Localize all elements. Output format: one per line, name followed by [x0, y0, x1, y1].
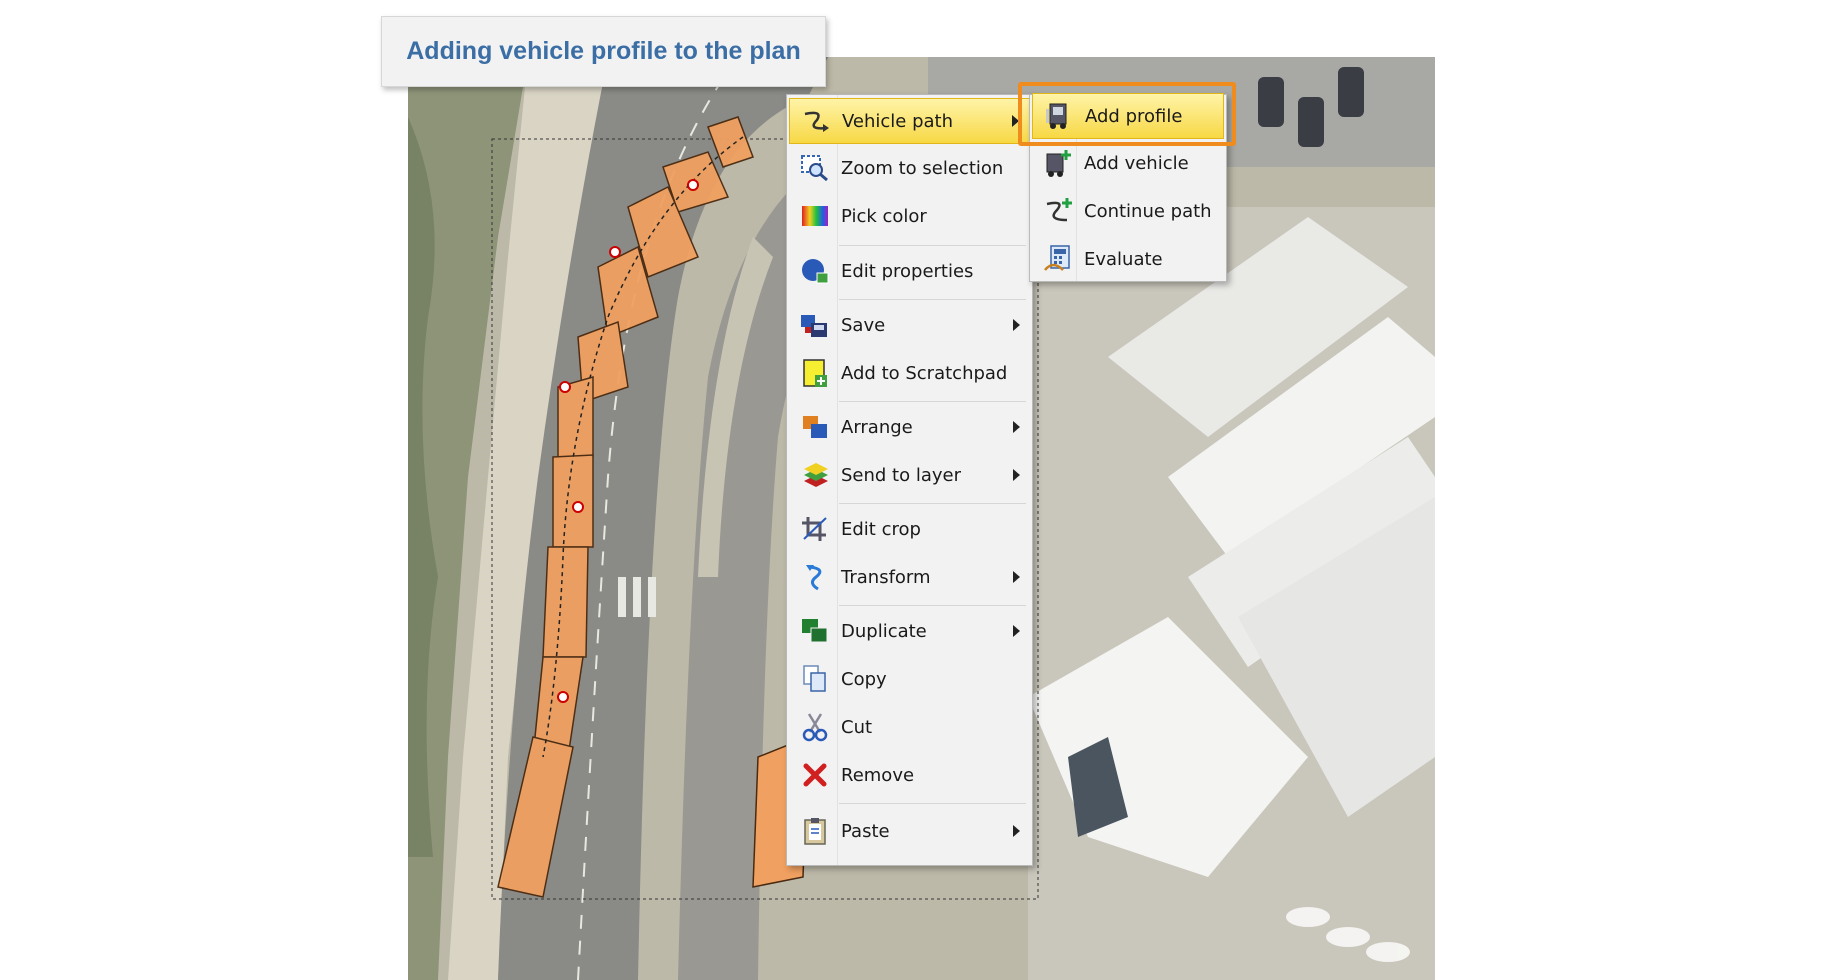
submenu-item-label: Continue path [1084, 200, 1212, 222]
menu-item-edit-properties[interactable]: Edit properties [789, 249, 1030, 293]
menu-item-label: Save [841, 314, 886, 336]
highlight-frame [1018, 82, 1236, 146]
scratchpad-icon [797, 357, 833, 389]
submenu-item-label: Evaluate [1084, 248, 1163, 270]
menu-item-label: Transform [841, 566, 931, 588]
menu-item-label: Edit properties [841, 260, 974, 282]
menu-item-label: Zoom to selection [841, 157, 1004, 179]
submenu-arrow-icon [1013, 319, 1020, 331]
menu-item-paste[interactable]: Paste [789, 809, 1030, 853]
properties-icon [797, 255, 833, 287]
menu-item-label: Paste [841, 820, 890, 842]
scissors-icon [797, 711, 833, 743]
duplicate-icon [797, 615, 833, 647]
menu-item-copy[interactable]: Copy [789, 657, 1030, 701]
submenu-arrow-icon [1013, 571, 1020, 583]
transform-icon [797, 561, 833, 593]
arrange-icon [797, 411, 833, 443]
menu-separator [839, 605, 1026, 606]
layers-icon [797, 459, 833, 491]
menu-separator [839, 299, 1026, 300]
menu-item-duplicate[interactable]: Duplicate [789, 609, 1030, 653]
submenu-item-add-vehicle[interactable]: Add vehicle [1032, 141, 1224, 185]
add-vehicle-icon [1040, 147, 1076, 179]
color-picker-icon [797, 200, 833, 232]
menu-item-transform[interactable]: Transform [789, 555, 1030, 599]
submenu-arrow-icon [1013, 625, 1020, 637]
menu-separator [839, 503, 1026, 504]
menu-item-edit-crop[interactable]: Edit crop [789, 507, 1030, 551]
menu-separator [839, 401, 1026, 402]
menu-item-label: Send to layer [841, 464, 962, 486]
menu-item-label: Cut [841, 716, 873, 738]
vehicle-path-icon [798, 105, 834, 137]
crop-icon [797, 513, 833, 545]
menu-separator [839, 245, 1026, 246]
menu-item-label: Add to Scratchpad [841, 362, 1008, 384]
zoom-selection-icon [797, 152, 833, 184]
continue-path-icon [1040, 195, 1076, 227]
menu-item-vehicle-path[interactable]: Vehicle path [789, 98, 1030, 144]
save-icon [797, 309, 833, 341]
menu-item-label: Pick color [841, 205, 927, 227]
menu-item-label: Duplicate [841, 620, 927, 642]
submenu-item-label: Add vehicle [1084, 152, 1189, 174]
menu-item-label: Arrange [841, 416, 913, 438]
menu-item-save[interactable]: Save [789, 303, 1030, 347]
context-menu: Vehicle path Zoom to selection Pick colo… [786, 94, 1033, 866]
menu-item-label: Vehicle path [842, 110, 954, 132]
menu-item-remove[interactable]: Remove [789, 753, 1030, 797]
caption-title: Adding vehicle profile to the plan [406, 37, 801, 65]
menu-item-label: Copy [841, 668, 887, 690]
menu-item-label: Edit crop [841, 518, 921, 540]
menu-item-send-to-layer[interactable]: Send to layer [789, 453, 1030, 497]
menu-item-pick-color[interactable]: Pick color [789, 194, 1030, 238]
menu-separator [839, 803, 1026, 804]
menu-item-arrange[interactable]: Arrange [789, 405, 1030, 449]
submenu-item-continue-path[interactable]: Continue path [1032, 189, 1224, 233]
menu-item-label: Remove [841, 764, 915, 786]
menu-item-cut[interactable]: Cut [789, 705, 1030, 749]
remove-x-icon [797, 759, 833, 791]
clipboard-icon [797, 815, 833, 847]
submenu-arrow-icon [1013, 825, 1020, 837]
submenu-item-evaluate[interactable]: Evaluate [1032, 237, 1224, 281]
submenu-arrow-icon [1013, 469, 1020, 481]
evaluate-icon [1040, 243, 1076, 275]
menu-item-add-to-scratchpad[interactable]: Add to Scratchpad [789, 351, 1030, 395]
copy-icon [797, 663, 833, 695]
submenu-arrow-icon [1013, 421, 1020, 433]
menu-item-zoom-to-selection[interactable]: Zoom to selection [789, 146, 1030, 190]
caption-banner: Adding vehicle profile to the plan [381, 16, 826, 87]
